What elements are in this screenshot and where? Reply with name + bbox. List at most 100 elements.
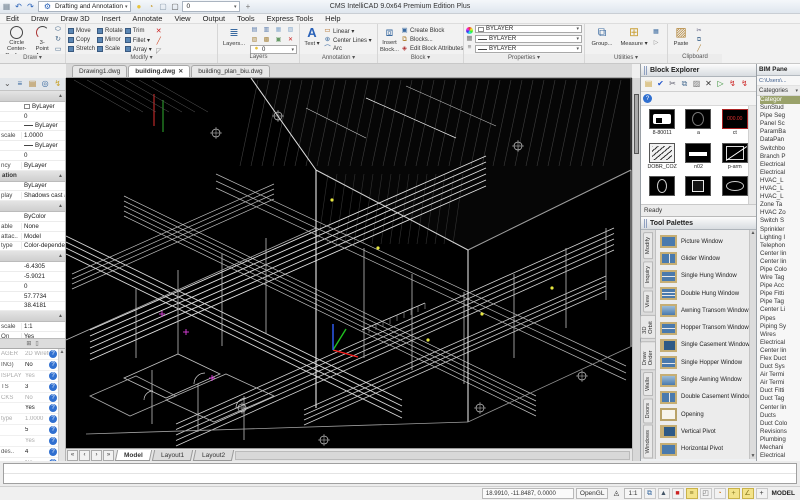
status-toggle-icon[interactable]: ⧉ — [643, 488, 656, 499]
quick-access-icon[interactable]: ▦ — [1, 1, 12, 12]
bim-category-item[interactable]: HVAC Zo — [760, 209, 800, 217]
block-toolbar-icon[interactable]: ▷ — [715, 79, 726, 90]
annotation-button[interactable]: ⊕ Center Lines ▾ — [324, 36, 372, 44]
modify-button[interactable]: Stretch — [68, 45, 95, 53]
help-icon[interactable]: ? — [49, 437, 57, 446]
bim-category-item[interactable]: Center lin — [760, 258, 800, 266]
draw-mini-button[interactable]: ▭ — [53, 45, 63, 54]
bim-categories-selector[interactable]: Categories ▾ — [757, 86, 800, 96]
menu-item[interactable]: Draw 3D — [54, 14, 95, 23]
block-toolbar-icon[interactable]: ▤ — [643, 79, 654, 90]
bim-category-item[interactable]: Center lin — [760, 250, 800, 258]
palette-tab[interactable]: Inquiry — [643, 261, 653, 289]
property-value[interactable]: ByLayer — [22, 122, 65, 129]
tool-palettes-header[interactable]: Tool Palettes — [641, 217, 756, 230]
panel-label-utilities[interactable]: Utilities ▾ — [585, 54, 667, 63]
properties-toolbar-icon[interactable]: ◎ — [40, 79, 51, 90]
help-icon[interactable]: ? — [49, 415, 57, 424]
sysvar-row[interactable]: TS 3 ? — [0, 382, 65, 393]
help-icon[interactable]: ? — [49, 404, 57, 413]
property-value[interactable]: Yes — [22, 333, 65, 338]
property-row[interactable]: attac.. Model — [0, 232, 65, 242]
palette-tool[interactable]: Hopper Transom Window — [660, 319, 754, 336]
canvas-vertical-scrollbar[interactable] — [632, 78, 640, 461]
property-value[interactable]: Color-dependen... — [22, 242, 65, 249]
menu-item[interactable]: Edit — [0, 14, 25, 23]
modify-button[interactable]: Trim — [124, 27, 152, 35]
block-item[interactable]: DOBR_COZ — [645, 142, 679, 174]
property-value[interactable]: 57.7734 — [22, 293, 65, 300]
property-value[interactable]: -6.4305 — [22, 263, 65, 270]
bim-category-item[interactable]: Zone Ta — [760, 201, 800, 209]
property-row[interactable]: scale 1.0000 — [0, 131, 65, 142]
measure-button[interactable]: ⊞ Measure ▾ — [619, 25, 649, 53]
bim-category-item[interactable]: Panel Sc — [760, 120, 800, 128]
sysvar-row[interactable]: des.. 4 ? — [0, 447, 65, 458]
menu-item[interactable]: Output — [197, 14, 232, 23]
document-tab[interactable]: building.dwg ✕ — [128, 65, 191, 77]
help-icon[interactable]: ? — [49, 426, 57, 435]
palette-tool[interactable]: Single Hung Window — [660, 268, 754, 285]
sysvar-row[interactable]: Yes ? — [0, 436, 65, 448]
property-value[interactable]: 0 — [22, 113, 65, 120]
annotation-button[interactable]: ⌒ Arc — [324, 45, 372, 53]
tab-nav-button[interactable]: » — [103, 449, 114, 461]
block-item[interactable] — [681, 176, 715, 201]
bim-category-item[interactable]: HVAC_L — [760, 185, 800, 193]
property-value[interactable]: ByLayer — [22, 162, 65, 169]
menu-item[interactable]: Draw — [25, 14, 55, 23]
property-row[interactable]: 0 — [0, 282, 65, 292]
collapse-icon[interactable]: ▲ — [58, 173, 63, 179]
modify-button[interactable]: Array ▾ — [124, 45, 152, 53]
properties-toolbar-icon[interactable]: ↯ — [52, 79, 63, 90]
property-row[interactable]: play Shadows cast a.. — [0, 191, 65, 202]
palette-tab[interactable]: 3D Orbit — [640, 314, 656, 339]
property-row[interactable]: 0 — [0, 151, 65, 161]
lineweight-dropdown[interactable]: BYLAYER ▾ — [475, 35, 582, 43]
palette-tab[interactable]: Modify — [643, 232, 653, 260]
tab-nav-button[interactable]: › — [91, 449, 102, 461]
modify-extra-button[interactable]: ✕ — [154, 27, 164, 36]
property-value[interactable]: ByLayer — [22, 182, 65, 189]
bim-category-item[interactable]: Pipe Acc — [760, 282, 800, 290]
palette-tab[interactable]: Walls — [643, 372, 653, 396]
properties-toolbar-icon[interactable]: ≡ — [15, 79, 26, 90]
palette-tab[interactable]: Doors — [643, 398, 653, 424]
color-dropdown[interactable]: BYLAYER ▾ — [475, 25, 582, 33]
sysvar-row[interactable]: ING) No ? — [0, 360, 65, 371]
bim-category-item[interactable]: Revisions — [760, 428, 800, 436]
close-icon[interactable]: ✕ — [178, 68, 183, 75]
bim-category-item[interactable]: Air Termi — [760, 371, 800, 379]
property-value[interactable]: 1:1 — [22, 323, 65, 330]
panel-label-modify[interactable]: Modify ▾ — [66, 54, 217, 63]
property-row[interactable]: ByLayer — [0, 141, 65, 151]
palette-tool[interactable]: Glider Window — [660, 250, 754, 267]
property-value[interactable]: 0 — [22, 283, 65, 290]
status-toggle-icon[interactable]: ∠ — [741, 488, 754, 499]
property-value[interactable]: ByLayer — [22, 103, 65, 110]
property-value[interactable]: Shadows cast a.. — [22, 192, 65, 199]
property-row[interactable]: ByLayer — [0, 122, 65, 132]
block-item[interactable]: 8-80011 — [645, 109, 679, 140]
status-toggle-icon[interactable]: ▲ — [657, 488, 670, 499]
sysvar-row[interactable]: type 1.0000 ? — [0, 414, 65, 426]
property-row[interactable]: 57.7734 — [0, 292, 65, 302]
help-icon[interactable]: ? — [643, 94, 652, 103]
add-icon[interactable]: + — [242, 1, 253, 12]
workspace-selector[interactable]: ⚙ Drafting and Annotation ▾ — [38, 1, 132, 12]
palette-tool[interactable]: Double Hung Window — [660, 285, 754, 302]
menu-item[interactable]: Annotate — [126, 14, 168, 23]
bim-category-item[interactable]: HVAC_L — [760, 177, 800, 185]
bim-category-item[interactable]: Ducts — [760, 412, 800, 420]
menu-item[interactable]: Insert — [96, 14, 127, 23]
layer-quick-selector[interactable]: 0 ▾ — [182, 1, 241, 12]
layout-tab[interactable]: Layout2 — [192, 449, 235, 461]
palette-tool[interactable]: Single Casement Window — [660, 337, 754, 354]
bim-pane-header[interactable]: BIM Pane — [757, 64, 800, 76]
bim-category-item[interactable]: Sprinkler — [760, 226, 800, 234]
help-icon[interactable]: ? — [49, 360, 57, 369]
layer-tool-icon[interactable]: ▤ — [250, 25, 259, 34]
property-row[interactable]: On Yes — [0, 332, 65, 338]
property-row[interactable]: -5.9021 — [0, 272, 65, 282]
linetype-dropdown[interactable]: BYLAYER ▾ — [475, 45, 582, 53]
